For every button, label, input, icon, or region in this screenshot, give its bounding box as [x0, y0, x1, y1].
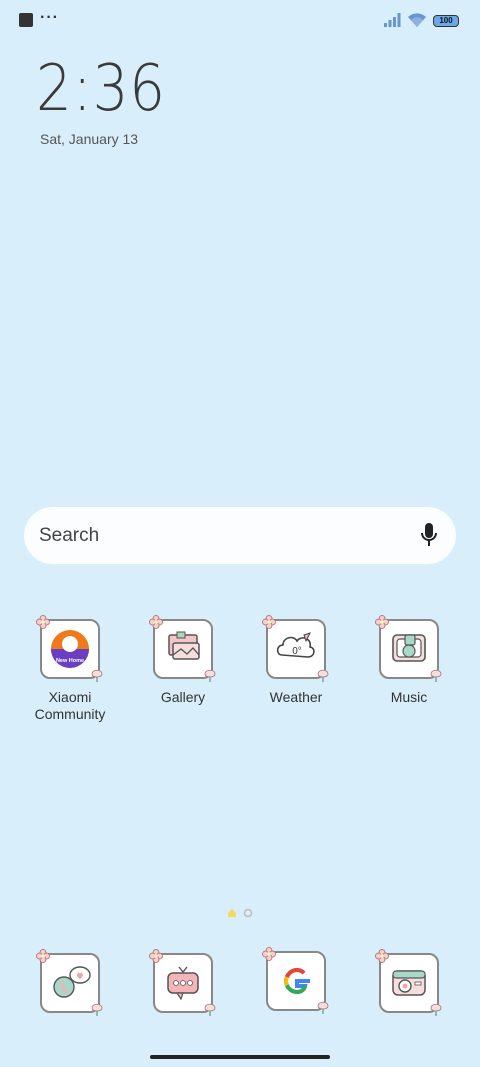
dock-app-messaging[interactable] — [15, 949, 125, 1016]
xiaomi-community-icon: New Home — [36, 615, 103, 682]
more-notifications-icon: ··· — [40, 9, 59, 26]
app-gallery[interactable]: Gallery — [128, 615, 238, 706]
app-weather[interactable]: 0° Weather — [241, 615, 351, 706]
search-label: Search — [39, 525, 100, 546]
google-icon — [262, 947, 329, 1014]
page-dot-2 — [243, 908, 253, 918]
status-bar: ··· 100 — [0, 0, 480, 42]
camera-icon — [375, 949, 442, 1016]
app-label: Music — [390, 689, 428, 705]
dock-app-camera[interactable] — [354, 949, 464, 1016]
signal-icon — [384, 13, 401, 27]
dock-app-chat[interactable] — [128, 949, 238, 1016]
search-bar[interactable]: Search — [24, 507, 456, 564]
chat-tv-icon — [149, 949, 216, 1016]
app-music[interactable]: Music — [354, 615, 464, 706]
home-gesture-bar[interactable] — [150, 1055, 330, 1059]
app-label: Gallery — [160, 689, 206, 705]
page-dot-home-icon — [228, 909, 236, 917]
app-xiaomi-community[interactable]: New Home Xiaomi Community — [15, 615, 125, 723]
weather-icon: 0° — [262, 615, 329, 682]
app-label: Weather — [269, 689, 323, 705]
notification-icon — [19, 13, 33, 27]
messaging-icon — [36, 949, 103, 1016]
weather-temp: 0° — [292, 646, 302, 657]
app-label-line1: Xiaomi — [48, 689, 92, 705]
wifi-icon — [408, 13, 426, 27]
clock-time[interactable]: 2:36 — [36, 52, 166, 126]
dock-app-google[interactable] — [241, 947, 351, 1014]
app-label: Xiaomi Community — [15, 689, 125, 723]
gallery-icon — [149, 615, 216, 682]
clock-date[interactable]: Sat, January 13 — [40, 131, 138, 147]
page-indicator[interactable] — [226, 905, 256, 919]
music-icon — [375, 615, 442, 682]
battery-indicator: 100 — [433, 15, 459, 27]
app-label-line2: Community — [34, 706, 106, 722]
microphone-icon[interactable] — [420, 522, 438, 548]
new-home-badge: New Home — [56, 658, 84, 664]
